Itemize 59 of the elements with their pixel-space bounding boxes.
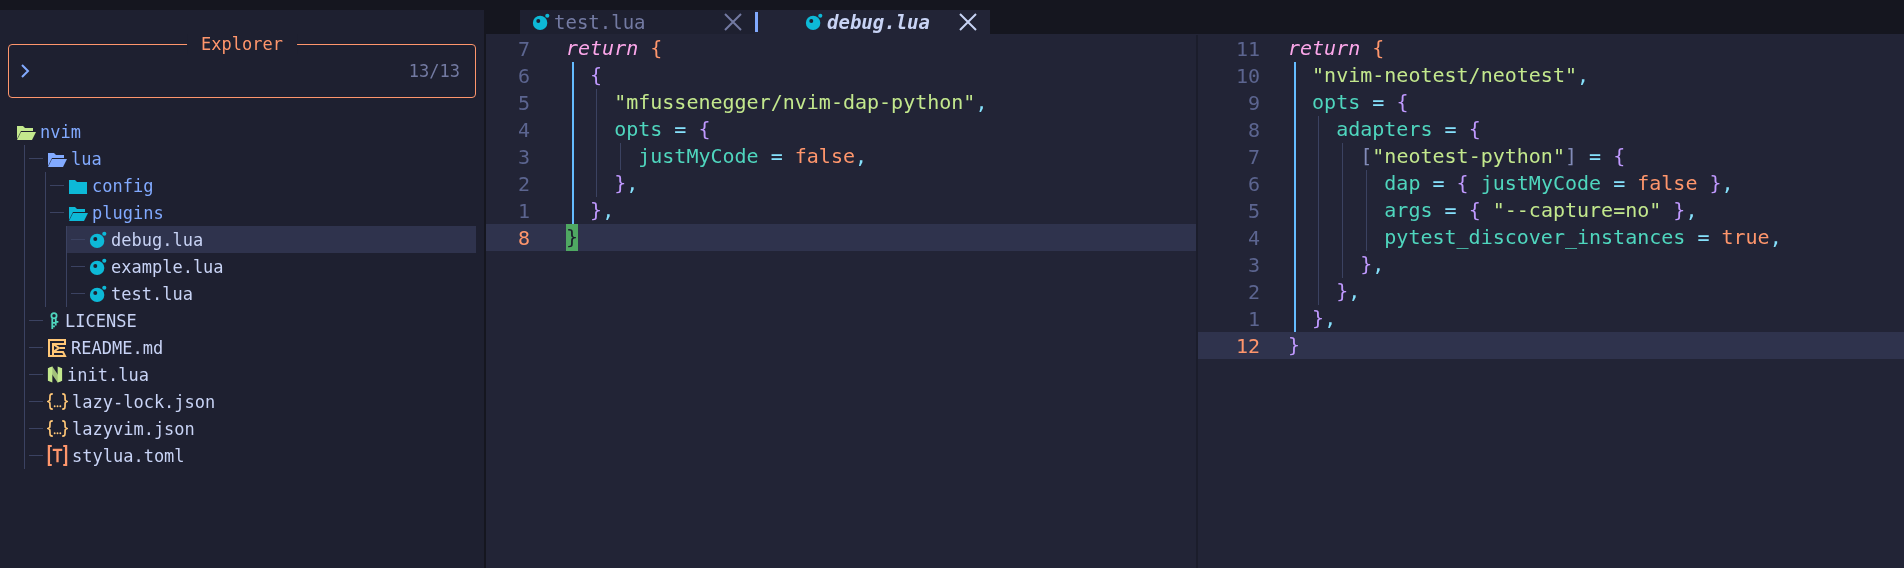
code-line: return { (1288, 35, 1385, 62)
line-number: 2 (1246, 279, 1260, 304)
code-line: adapters = { (1288, 116, 1481, 143)
tree-item[interactable]: lazyvim.json (25, 415, 476, 442)
tree-item[interactable]: README.md (25, 334, 476, 361)
line-number: 7 (1246, 144, 1260, 169)
explorer-title: Explorer (187, 34, 297, 54)
code-line: }, (1288, 251, 1385, 278)
file-tab[interactable]: test.lua (520, 10, 755, 34)
code-line: }, (566, 197, 615, 224)
code-line: opts = { (566, 116, 711, 143)
tree-item[interactable]: example.lua (67, 253, 476, 280)
line-number: 11 (1234, 36, 1260, 61)
file-tab[interactable]: debug.lua (755, 10, 990, 34)
tree-item[interactable]: test.lua (67, 280, 476, 307)
line-number: 1 (516, 198, 530, 223)
code-line: ["neotest-python"] = { (1288, 143, 1626, 170)
tree-item[interactable]: nvim (4, 118, 476, 145)
chevron-icon (20, 63, 30, 79)
line-number: 1 (1246, 306, 1260, 331)
match-count: 13/13 (408, 61, 460, 81)
code-line: return { (566, 35, 663, 62)
tree-item[interactable]: plugins (46, 199, 476, 226)
tree-item[interactable]: LICENSE (25, 307, 476, 334)
code-line: { (566, 62, 603, 89)
code-line: }, (1288, 278, 1361, 305)
code-line: justMyCode = false, (566, 143, 868, 170)
code-line: pytest_discover_instances = true, (1288, 224, 1782, 251)
code-line: "mfussenegger/nvim-dap-python", (566, 89, 988, 116)
line-number: 3 (1246, 252, 1260, 277)
line-number: 4 (516, 117, 530, 142)
line-number: 2 (516, 171, 530, 196)
code-line: }, (566, 170, 639, 197)
line-number: 6 (516, 63, 530, 88)
line-number: 5 (516, 90, 530, 115)
line-number: 10 (1234, 63, 1260, 88)
tree-item[interactable]: lua (25, 145, 476, 172)
line-number: 12 (1234, 333, 1260, 358)
line-number: 4 (1246, 225, 1260, 250)
line-number: 9 (1246, 90, 1260, 115)
line-number: 8 (516, 225, 530, 250)
tree-item[interactable]: stylua.toml (25, 442, 476, 469)
line-number: 3 (516, 144, 530, 169)
planet-icon (805, 13, 823, 31)
line-number: 6 (1246, 171, 1260, 196)
code-line: opts = { (1288, 89, 1409, 116)
tree-item[interactable]: lazy-lock.json (25, 388, 476, 415)
code-line: }, (1288, 305, 1337, 332)
line-number: 7 (516, 36, 530, 61)
code-line: "nvim-neotest/neotest", (1288, 62, 1590, 89)
tree-item[interactable]: init.lua (25, 361, 476, 388)
code-line: } (1288, 332, 1301, 359)
code-line: dap = { justMyCode = false }, (1288, 170, 1734, 197)
tree-item[interactable]: config (46, 172, 476, 199)
code-line: args = { "--capture=no" }, (1288, 197, 1698, 224)
tree-item[interactable]: debug.lua (67, 226, 476, 253)
line-number: 5 (1246, 198, 1260, 223)
line-number: 8 (1246, 117, 1260, 142)
planet-icon (532, 13, 550, 31)
